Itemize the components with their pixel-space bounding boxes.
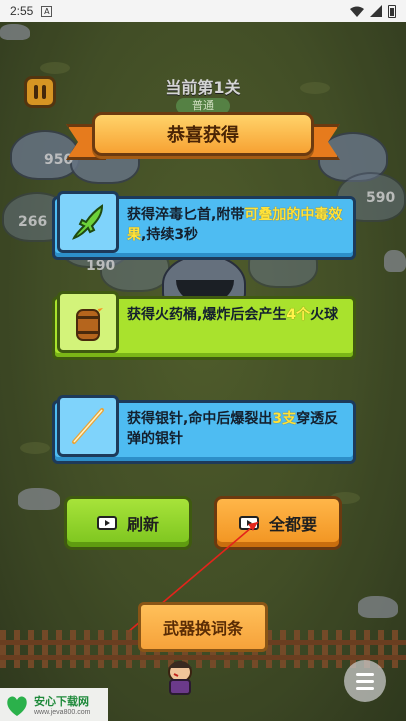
hero-character — [168, 661, 192, 695]
refresh-button[interactable]: 刷新 — [64, 496, 192, 550]
reward-text: 获得银针,命中后爆裂出 — [127, 411, 273, 427]
menu-button[interactable] — [344, 660, 386, 702]
signal-icon — [370, 5, 382, 17]
fire-barrel-icon — [76, 304, 103, 341]
refresh-label: 刷新 — [126, 515, 159, 534]
green-dagger-icon — [72, 204, 104, 240]
reward-description: 获得淬毒匕首,附带可叠加的中毒效果,持续3秒 — [127, 205, 345, 245]
reward-text: 获得淬毒匕首,附带 — [127, 207, 245, 223]
silver-needle-icon — [72, 408, 104, 444]
watermark-text: 安心下载网 www.jeva800.com — [34, 693, 90, 716]
watermark: 安心下载网 www.jeva800.com — [0, 688, 108, 721]
wifi-icon — [350, 6, 364, 17]
watermark-title: 安心下载网 — [34, 695, 89, 708]
reward-text: 火球 — [310, 307, 339, 323]
status-bar: 2:55 A — [0, 0, 406, 22]
reward-description: 获得银针,命中后爆裂出3支穿透反弹的银针 — [127, 409, 345, 449]
menu-icon-bar — [356, 686, 374, 690]
reward-highlight: 3支 — [272, 411, 297, 427]
take-all-label: 全都要 — [268, 515, 317, 534]
fence-rail — [0, 655, 406, 660]
watermark-logo-icon — [7, 695, 27, 716]
menu-icon-bar — [356, 679, 374, 683]
reward-text: 获得火药桶,爆炸后会产生 — [127, 307, 287, 323]
menu-icon-bar — [356, 672, 374, 676]
reward-description: 获得火药桶,爆炸后会产生4个火球 — [127, 305, 345, 325]
take-all-button[interactable]: 全都要 — [214, 496, 342, 550]
battery-icon — [388, 4, 396, 18]
notification-icon: A — [41, 5, 53, 17]
status-time: 2:55 — [10, 4, 34, 18]
reward-icon-frame — [57, 291, 119, 353]
weapon-swap-button[interactable]: 武器换词条 — [138, 602, 268, 652]
video-ad-icon — [96, 516, 117, 530]
reward-card-barrel[interactable]: 获得火药桶,爆炸后会产生4个火球 — [52, 291, 356, 360]
reward-card-needle[interactable]: 获得银针,命中后爆裂出3支穿透反弹的银针 — [52, 395, 356, 464]
video-ad-icon — [238, 516, 259, 530]
watermark-url: www.jeva800.com — [34, 709, 91, 716]
status-icons — [350, 4, 396, 18]
reward-banner: 恭喜获得 — [92, 112, 314, 156]
reward-card-dagger[interactable]: 获得淬毒匕首,附带可叠加的中毒效果,持续3秒 — [52, 191, 356, 260]
reward-highlight: 4个 — [286, 307, 311, 323]
reward-icon-frame — [57, 191, 119, 253]
reward-text: ,持续3秒 — [141, 227, 199, 243]
reward-icon-frame — [57, 395, 119, 457]
